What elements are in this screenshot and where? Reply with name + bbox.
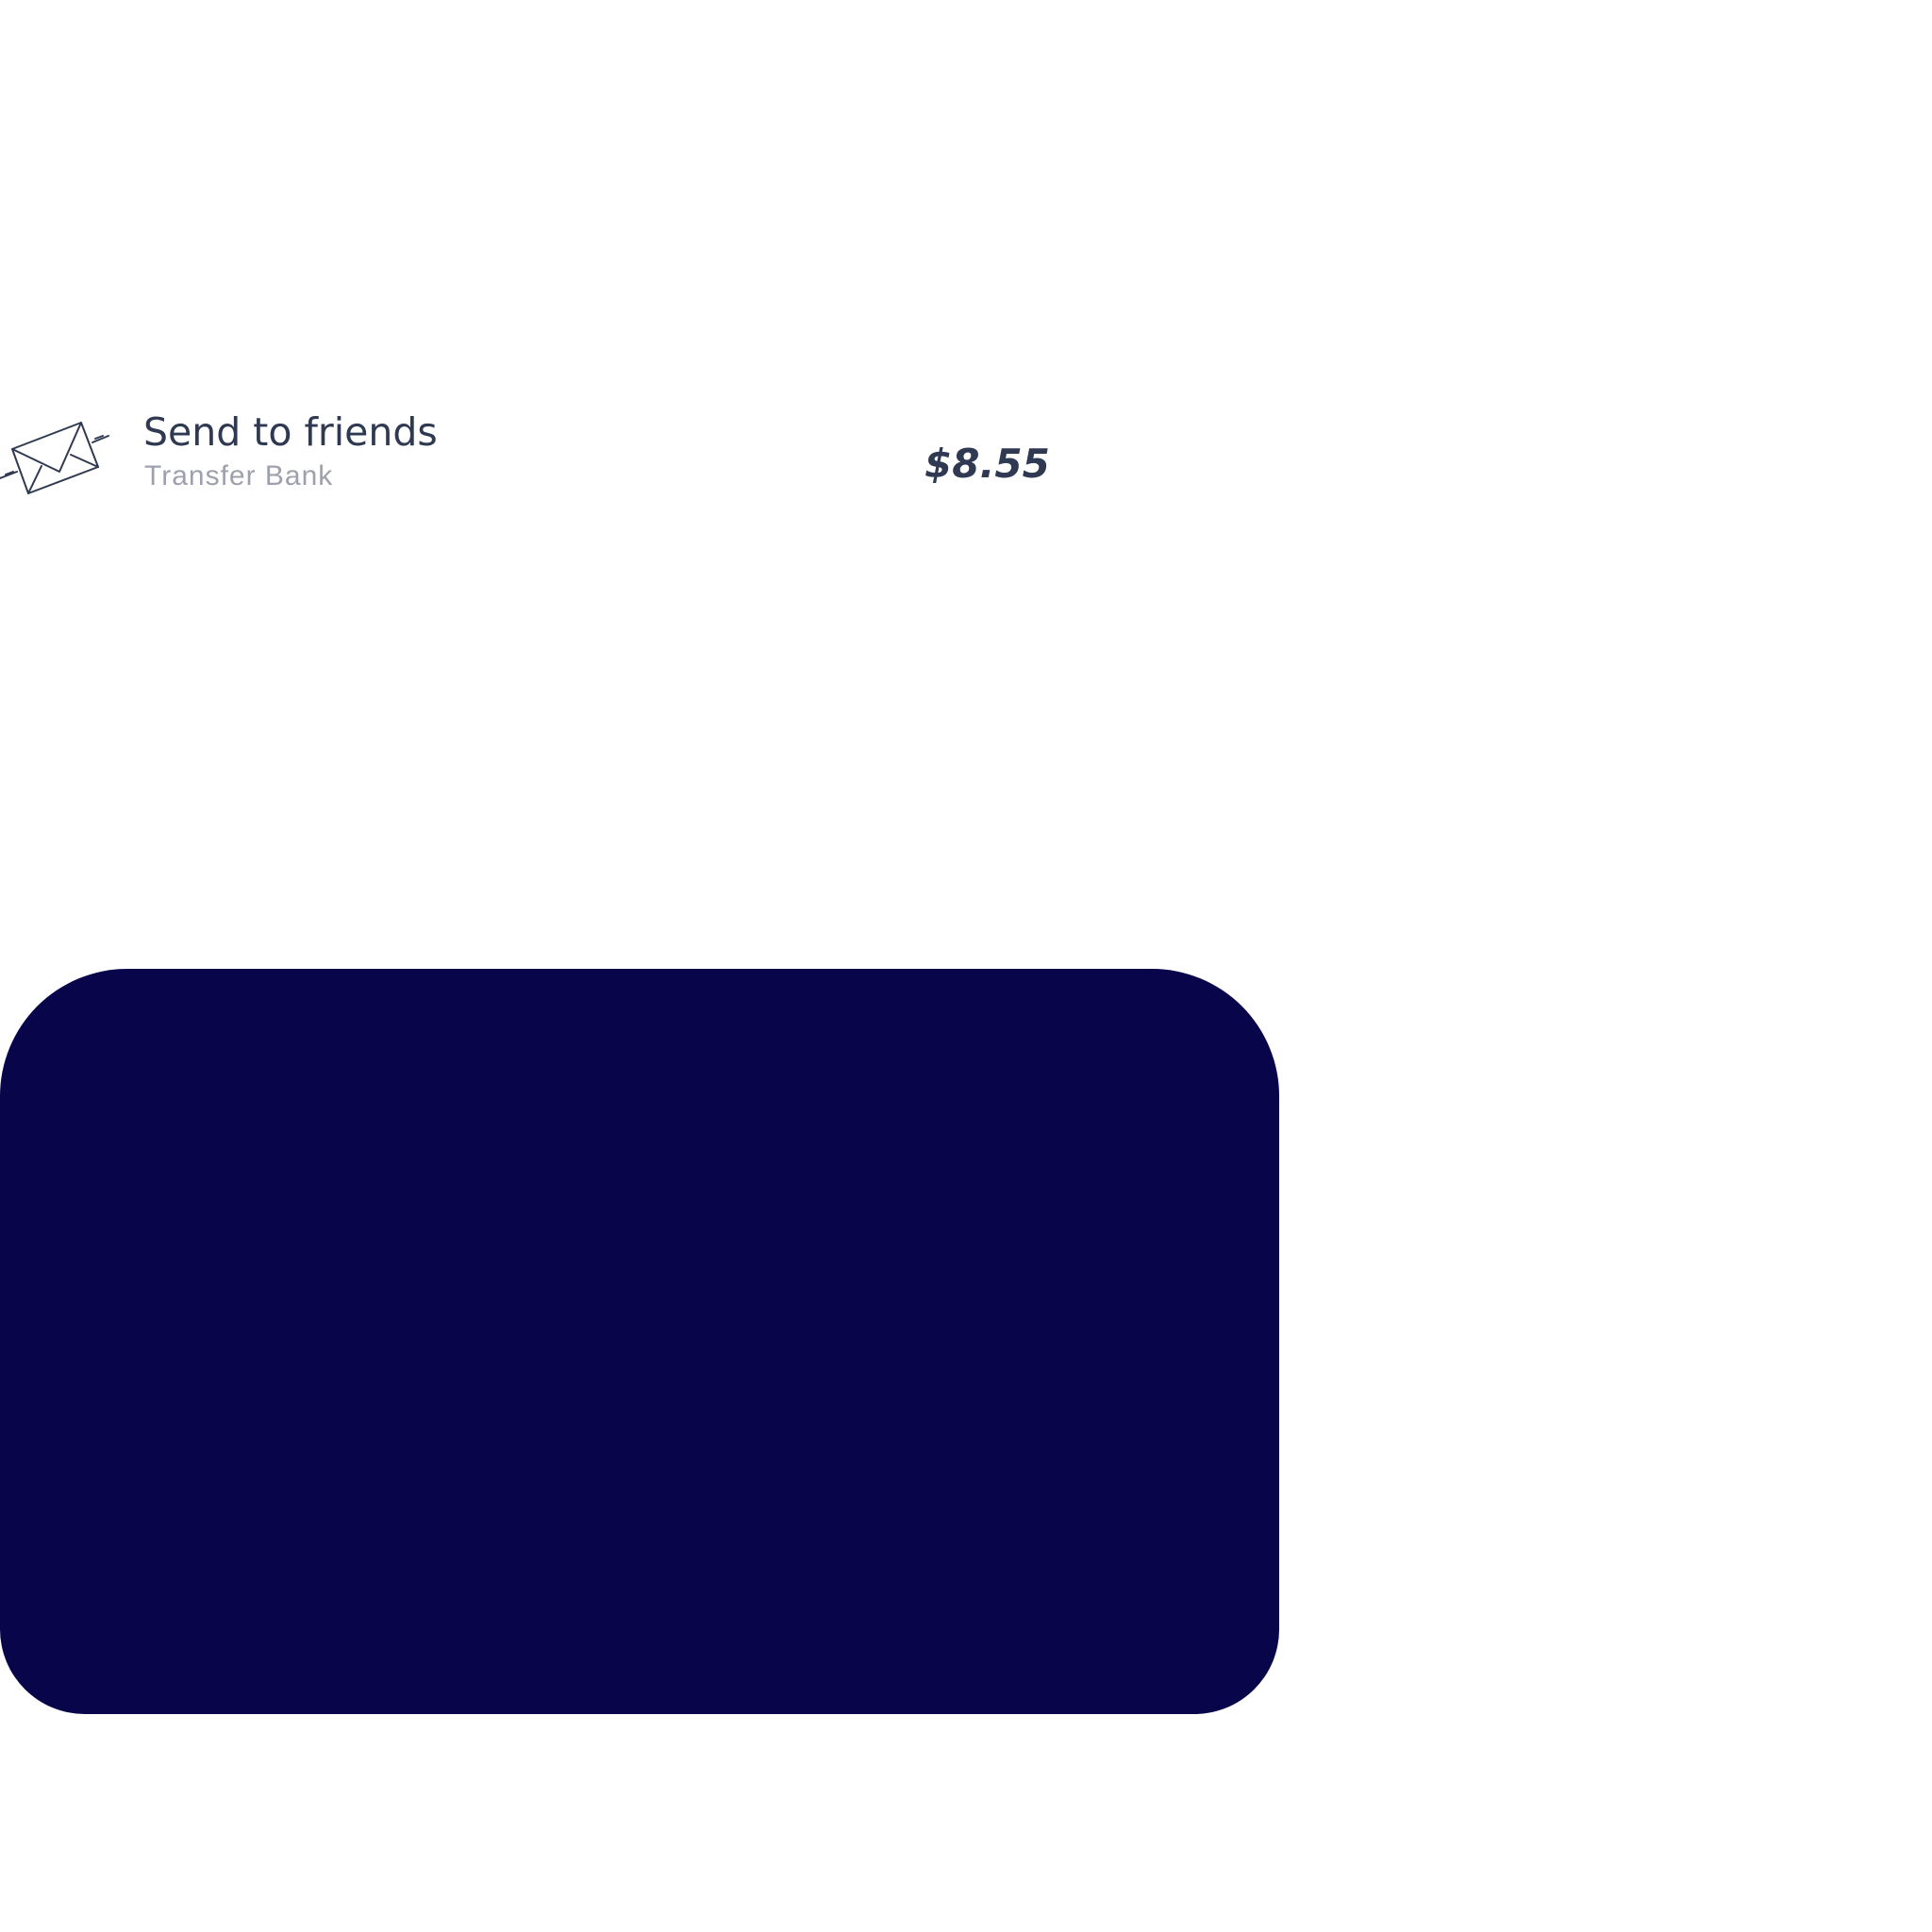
bank-card[interactable] [0,969,1279,1714]
transaction-subtitle: Transfer Bank [144,460,334,491]
transaction-title: Send to friends [143,409,438,455]
transaction-item-send-to-friends[interactable]: Send to friends Transfer Bank $8.55 [0,406,1057,500]
mail-send-icon [0,406,113,500]
transaction-amount: $8.55 [924,441,1050,487]
